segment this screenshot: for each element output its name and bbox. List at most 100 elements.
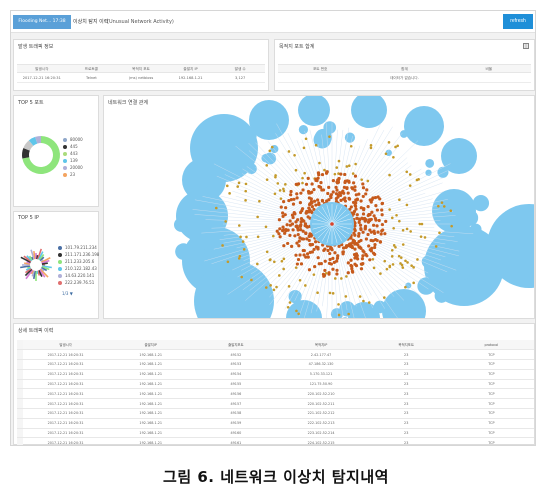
table-row[interactable]: 2017-12-21 16:20:31 192.168.1.21 49154 5.17…: [17, 369, 534, 380]
inner-node: [348, 244, 352, 248]
outer-node: [244, 182, 248, 186]
inner-node: [370, 246, 374, 250]
legend-item[interactable]: 80000: [63, 136, 83, 143]
table-row[interactable]: 2017-12-21 16:20:31 192.168.1.21 49153 47.1…: [17, 359, 534, 370]
table-row[interactable]: 2017-12-21 16:20:31 192.168.1.21 49152 2.42…: [17, 349, 534, 361]
column-header: 발생 수: [234, 67, 246, 71]
inner-node: [282, 200, 286, 204]
table-cell: 2017-12-21 16:20:31: [23, 418, 109, 429]
table-cell: 2017-12-21 16:20:31: [22, 76, 61, 80]
ip-legend: 101.79.211.234 211.171.236.198 211.233.205…: [58, 244, 99, 286]
table-row[interactable]: 2017-12-21 16:20:31 192.168.1.21 49160 223.…: [17, 428, 534, 439]
outer-node: [394, 145, 397, 149]
inner-node: [331, 267, 335, 271]
table-row[interactable]: 2017-12-21 16:20:31 192.168.1.21 49156 220.…: [17, 388, 534, 400]
table-row[interactable]: 2017-12-21 16:20:31 Telnet (ms) netbioss…: [17, 74, 265, 83]
inner-node: [317, 262, 321, 266]
inner-node: [335, 272, 339, 276]
table-row[interactable]: 2017-12-21 16:20:31 192.168.1.21 49158 221.…: [17, 408, 534, 419]
table-row[interactable]: 2017-12-21 16:20:31 192.168.1.21 49157 220.…: [17, 398, 534, 410]
inner-node: [291, 202, 296, 206]
legend-item[interactable]: 210.122.182.43: [58, 265, 99, 272]
legend-item[interactable]: 14.63.220.141: [58, 272, 99, 279]
legend-item[interactable]: 23: [63, 171, 83, 178]
source-node[interactable]: [330, 222, 334, 226]
legend-item[interactable]: 211.233.205.6: [58, 258, 99, 265]
inner-node: [304, 182, 309, 186]
outer-node: [334, 277, 337, 280]
inner-node: [367, 244, 371, 248]
column-header[interactable]: 목적지포트: [363, 340, 449, 351]
tab-unusual-activity[interactable]: (Unusual Network Activity): [107, 15, 174, 29]
refresh-button[interactable]: refresh: [503, 14, 533, 29]
legend-item[interactable]: 222.239.76.51: [58, 279, 99, 286]
column-header[interactable]: 출발지포트: [193, 340, 279, 351]
tab-anomaly-history[interactable]: 이상치 탐지 이력: [73, 15, 108, 29]
inner-node: [283, 231, 287, 235]
outer-node: [287, 285, 291, 288]
column-header[interactable]: 발생시각: [23, 340, 109, 351]
legend-label: 211.233.205.6: [65, 259, 95, 264]
outer-node: [294, 266, 298, 269]
legend-item[interactable]: 443: [63, 150, 83, 157]
table-cell: 2017-12-21 16:20:31: [23, 379, 109, 390]
legend-label: 139: [70, 158, 78, 163]
column-header[interactable]: 출발지IP: [108, 340, 194, 351]
inner-node: [310, 201, 314, 205]
panel-title: TOP 5 IP: [18, 215, 39, 221]
inner-node: [278, 227, 282, 231]
network-graph[interactable]: [104, 96, 535, 319]
legend-item[interactable]: 445: [63, 143, 83, 150]
legend-item[interactable]: 20000: [63, 164, 83, 171]
table-row[interactable]: 2017-12-21 16:20:31 192.168.1.21 49159 222.…: [17, 418, 534, 429]
node-cluster: [404, 106, 444, 146]
figure-caption: 그림 6. 네트워크 이상치 탐지내역: [163, 468, 389, 486]
table-row[interactable]: 2017-12-21 16:20:31 192.168.1.21 49161 224.…: [17, 437, 534, 445]
outer-node: [438, 231, 441, 235]
inner-node: [331, 190, 335, 194]
legend-label: 80000: [70, 137, 83, 142]
tab-flooding-network[interactable]: Flooding Net... 17:38: [13, 15, 71, 29]
inner-node: [329, 195, 333, 200]
inner-node: [335, 188, 339, 192]
column-header[interactable]: 목적지IP: [278, 340, 364, 351]
inner-node: [354, 207, 358, 211]
legend-swatch: [58, 252, 62, 257]
column-header[interactable]: protocol: [448, 340, 534, 351]
outer-node: [304, 137, 308, 141]
outer-node: [442, 205, 446, 208]
peripheral-node: [428, 276, 440, 288]
legend-item[interactable]: 139: [63, 157, 83, 164]
table-cell: 49154: [193, 369, 279, 380]
legend-swatch: [58, 273, 62, 278]
outer-node: [395, 213, 398, 217]
table-cell: 2017-12-21 16:20:31: [23, 359, 109, 370]
table-cell: TCP: [448, 437, 534, 445]
inner-node: [376, 230, 380, 234]
settings-icon[interactable]: [523, 43, 529, 49]
inner-node: [296, 228, 300, 232]
peripheral-node: [298, 125, 309, 135]
table-cell: 49155: [193, 379, 279, 390]
port-donut-chart: [22, 136, 61, 174]
legend-pager[interactable]: 1/3 ▼: [62, 291, 73, 296]
outer-node: [241, 240, 245, 243]
inner-node: [310, 182, 314, 186]
legend-item[interactable]: 101.79.211.234: [58, 244, 99, 251]
inner-node: [380, 213, 384, 217]
outer-node: [398, 198, 401, 202]
table-row[interactable]: 2017-12-21 16:20:31 192.168.1.21 49155 121.…: [17, 379, 534, 390]
outer-node: [226, 260, 230, 264]
inner-node: [323, 259, 327, 263]
outer-node: [409, 230, 412, 233]
inner-node: [363, 216, 367, 221]
inner-node: [283, 213, 287, 217]
outer-node: [434, 245, 438, 248]
outer-node: [408, 184, 412, 187]
outer-node: [401, 266, 405, 269]
table-cell: TCP: [448, 418, 534, 429]
outer-node: [345, 165, 349, 168]
legend-item[interactable]: 211.171.236.198: [58, 251, 99, 258]
inner-node: [328, 251, 332, 256]
inner-node: [297, 239, 301, 243]
